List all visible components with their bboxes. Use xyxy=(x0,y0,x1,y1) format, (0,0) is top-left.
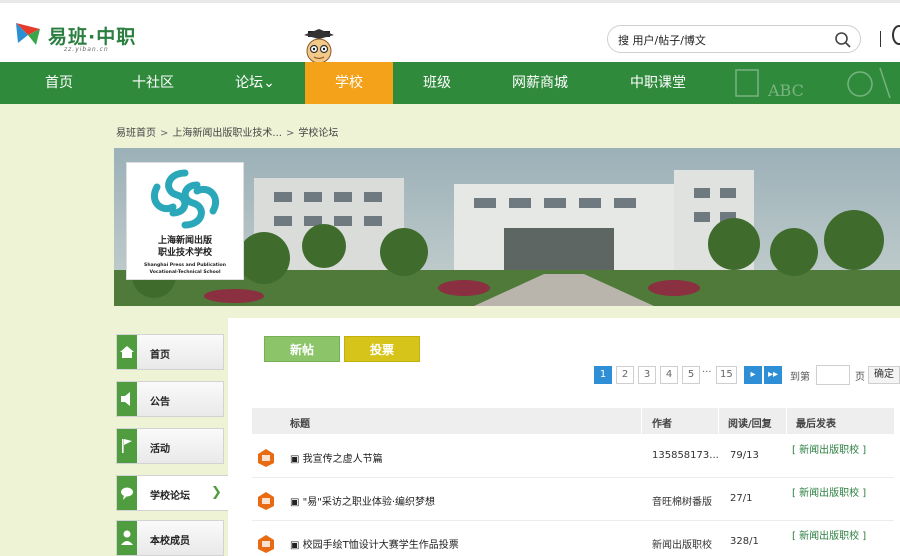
post-title-link[interactable]: ▣ 我宣传之虚人节篇 xyxy=(290,450,383,465)
breadcrumb: 易班首页 > 上海新闻出版职业技术... > 学校论坛 xyxy=(116,128,339,139)
goto-confirm-button[interactable]: 确定 xyxy=(868,366,900,384)
post-title-link[interactable]: ▣ 校园手绘T恤设计大赛学生作品投票 xyxy=(290,536,459,551)
home-icon xyxy=(117,335,137,369)
sidebar-item-events[interactable]: 活动 xyxy=(116,428,224,464)
page-5-button[interactable]: 5 xyxy=(682,366,700,384)
logo-subtext: zz.yiban.cn xyxy=(64,46,109,53)
col-divider xyxy=(641,408,642,434)
nav-school[interactable]: 学校 xyxy=(305,62,393,104)
breadcrumb-school[interactable]: 上海新闻出版职业技术... xyxy=(172,128,282,139)
nav-course[interactable]: 中职课堂 xyxy=(618,62,698,104)
col-divider xyxy=(786,408,787,434)
header-divider xyxy=(880,31,881,47)
svg-text:ABC: ABC xyxy=(767,81,804,100)
post-stats: 328/1 xyxy=(730,536,759,547)
hot-badge-icon xyxy=(258,492,274,510)
speaker-icon xyxy=(117,382,137,416)
post-stats: 27/1 xyxy=(730,493,753,504)
nav-home[interactable]: 首页 xyxy=(26,62,92,104)
nav-class[interactable]: 班级 xyxy=(402,62,472,104)
sidebar-item-label: 公告 xyxy=(150,397,170,408)
table-row: ▣ "易"采访之职业体验·编织梦想 音旺棉树番版 27/1 [ 新闻出版职校 ] xyxy=(252,479,894,521)
last-post-link[interactable]: [ 新闻出版职校 ] xyxy=(792,527,866,542)
new-vote-button[interactable]: 投票 xyxy=(344,336,420,362)
logo-text: 易班·中职 xyxy=(48,26,137,48)
page-number-input[interactable] xyxy=(816,365,850,385)
col-last-post: 最后发表 xyxy=(796,419,836,430)
site-logo[interactable]: 易班·中职 zz.yiban.cn xyxy=(14,19,144,53)
col-views-replies: 阅读/回复 xyxy=(728,419,772,430)
goto-label: 到第 xyxy=(790,372,810,383)
post-title-link[interactable]: ▣ "易"采访之职业体验·编织梦想 xyxy=(290,493,435,508)
page-2-button[interactable]: 2 xyxy=(616,366,634,384)
search-box xyxy=(607,25,861,53)
post-stats: 79/13 xyxy=(730,450,759,461)
col-title: 标题 xyxy=(290,419,310,430)
page-last-number-button[interactable]: 15 xyxy=(716,366,737,384)
top-header: 易班·中职 zz.yiban.cn xyxy=(0,0,900,64)
breadcrumb-current: 学校论坛 xyxy=(298,128,339,139)
logo-mark-icon xyxy=(16,23,40,45)
search-icon[interactable] xyxy=(834,31,852,49)
school-emblem-icon: 上海新闻出版 职业技术学校 Shanghai Press and Publica… xyxy=(144,169,226,275)
next-page-button[interactable]: ▸ xyxy=(744,366,762,384)
sidebar-item-school-forum[interactable]: 学校论坛 ❯ xyxy=(116,475,228,511)
nav-community[interactable]: 十社区 xyxy=(118,62,188,104)
mascot-icon xyxy=(304,29,334,64)
last-post-link[interactable]: [ 新闻出版职校 ] xyxy=(792,441,866,456)
last-page-button[interactable]: ▸▸ xyxy=(764,366,783,384)
sidebar-item-label: 本校成员 xyxy=(150,536,190,547)
school-name-cn-2: 职业技术学校 xyxy=(158,246,213,258)
hot-badge-icon xyxy=(258,449,274,467)
school-name-en-2: Vocational-Technical School xyxy=(149,269,220,275)
nav-forum[interactable]: 论坛⌄ xyxy=(220,62,290,104)
sidebar-item-label: 首页 xyxy=(150,350,170,361)
new-post-button[interactable]: 新帖 xyxy=(264,336,340,362)
sidebar-item-label: 学校论坛 xyxy=(150,491,190,502)
sidebar-item-members[interactable]: 本校成员 xyxy=(116,520,224,556)
table-header: 标题 作者 阅读/回复 最后发表 xyxy=(252,408,894,434)
chat-icon xyxy=(117,476,137,510)
chevron-right-icon: ❯ xyxy=(211,485,222,500)
school-name-en-1: Shanghai Press and Publication xyxy=(144,262,226,268)
sidebar-item-label: 活动 xyxy=(150,444,170,455)
page-4-button[interactable]: 4 xyxy=(660,366,678,384)
last-post-link[interactable]: [ 新闻出版职校 ] xyxy=(792,484,866,499)
school-name-cn-1: 上海新闻出版 xyxy=(158,234,212,246)
nav-mall[interactable]: 网薪商城 xyxy=(500,62,580,104)
main-nav: 首页 十社区 论坛⌄ 学校 班级 网薪商城 中职课堂 ABC xyxy=(0,62,900,104)
col-author: 作者 xyxy=(652,419,672,430)
post-author[interactable]: 135858173... xyxy=(652,450,719,461)
page-3-button[interactable]: 3 xyxy=(638,366,656,384)
user-icon xyxy=(117,521,137,555)
hot-badge-icon xyxy=(258,535,274,553)
page-unit-label: 页 xyxy=(855,372,865,383)
breadcrumb-home[interactable]: 易班首页 xyxy=(116,128,156,139)
post-author[interactable]: 新闻出版职校 xyxy=(652,536,712,551)
sidebar-item-announcements[interactable]: 公告 xyxy=(116,381,224,417)
school-logo: 上海新闻出版 职业技术学校 Shanghai Press and Publica… xyxy=(126,162,244,280)
flag-icon xyxy=(117,429,137,463)
table-row: ▣ 校园手绘T恤设计大赛学生作品投票 新闻出版职校 328/1 [ 新闻出版职校… xyxy=(252,522,894,556)
search-input[interactable] xyxy=(618,30,818,50)
nav-doodle-decoration: ABC xyxy=(735,67,891,100)
user-menu-icon[interactable] xyxy=(892,25,900,45)
sidebar-item-home[interactable]: 首页 xyxy=(116,334,224,370)
table-row: ▣ 我宣传之虚人节篇 135858173... 79/13 [ 新闻出版职校 ] xyxy=(252,436,894,478)
page-1-button[interactable]: 1 xyxy=(594,366,612,384)
col-divider xyxy=(718,408,719,434)
page-ellipsis: ··· xyxy=(702,367,712,378)
post-author[interactable]: 音旺棉树番版 xyxy=(652,493,712,508)
